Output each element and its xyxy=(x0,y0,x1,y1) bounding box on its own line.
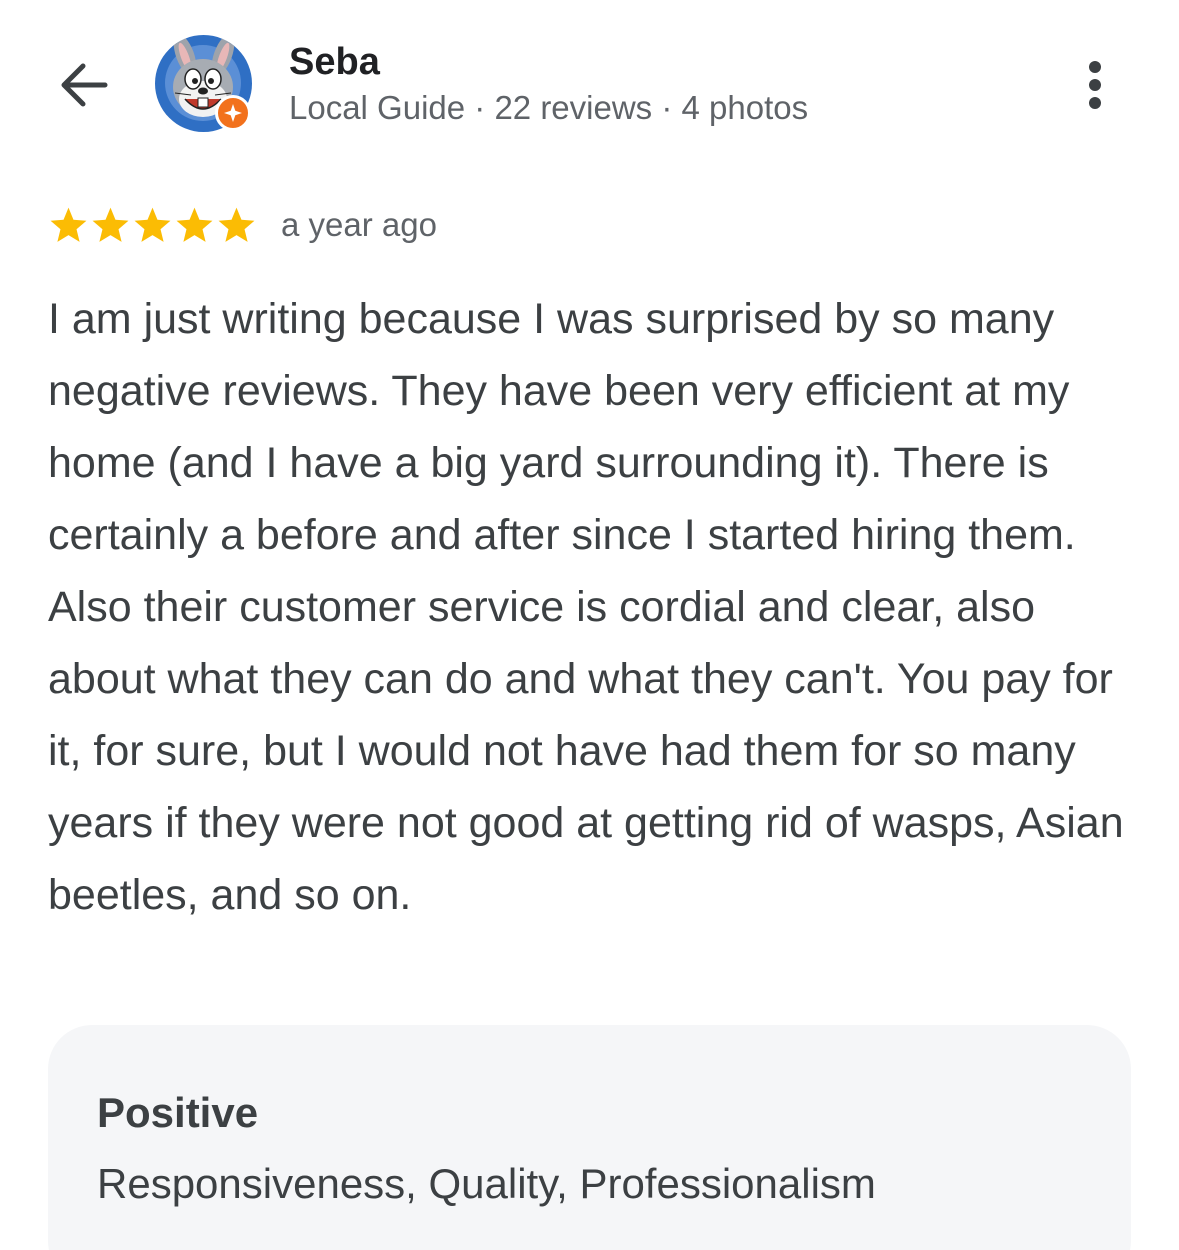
review-text: I am just writing because I was surprise… xyxy=(48,295,1124,919)
local-guide-badge-icon xyxy=(215,95,251,131)
review-page: Seba Local Guide · 22 reviews · 4 photos… xyxy=(0,0,1179,1250)
star-icon xyxy=(218,207,255,242)
highlights-card: Positive Responsiveness, Quality, Profes… xyxy=(48,1025,1131,1250)
highlights-title: Positive xyxy=(97,1089,259,1136)
star-icon xyxy=(92,207,129,242)
more-vert-icon xyxy=(1089,61,1101,109)
user-meta: Local Guide · 22 reviews · 4 photos xyxy=(289,89,809,126)
user-name[interactable]: Seba xyxy=(289,40,380,84)
arrow-left-icon xyxy=(61,63,108,107)
back-button[interactable] xyxy=(50,52,116,118)
avatar[interactable] xyxy=(155,35,252,132)
rating-row: a year ago xyxy=(48,200,437,250)
more-options-button[interactable] xyxy=(1070,55,1120,115)
highlights-value: Responsiveness, Quality, Professionalism xyxy=(97,1160,876,1207)
star-icon xyxy=(176,207,213,242)
star-icon xyxy=(134,207,171,242)
star-rating xyxy=(48,205,258,246)
star-icon xyxy=(50,207,87,242)
review-time: a year ago xyxy=(281,206,437,243)
review-header: Seba Local Guide · 22 reviews · 4 photos xyxy=(0,0,1179,150)
